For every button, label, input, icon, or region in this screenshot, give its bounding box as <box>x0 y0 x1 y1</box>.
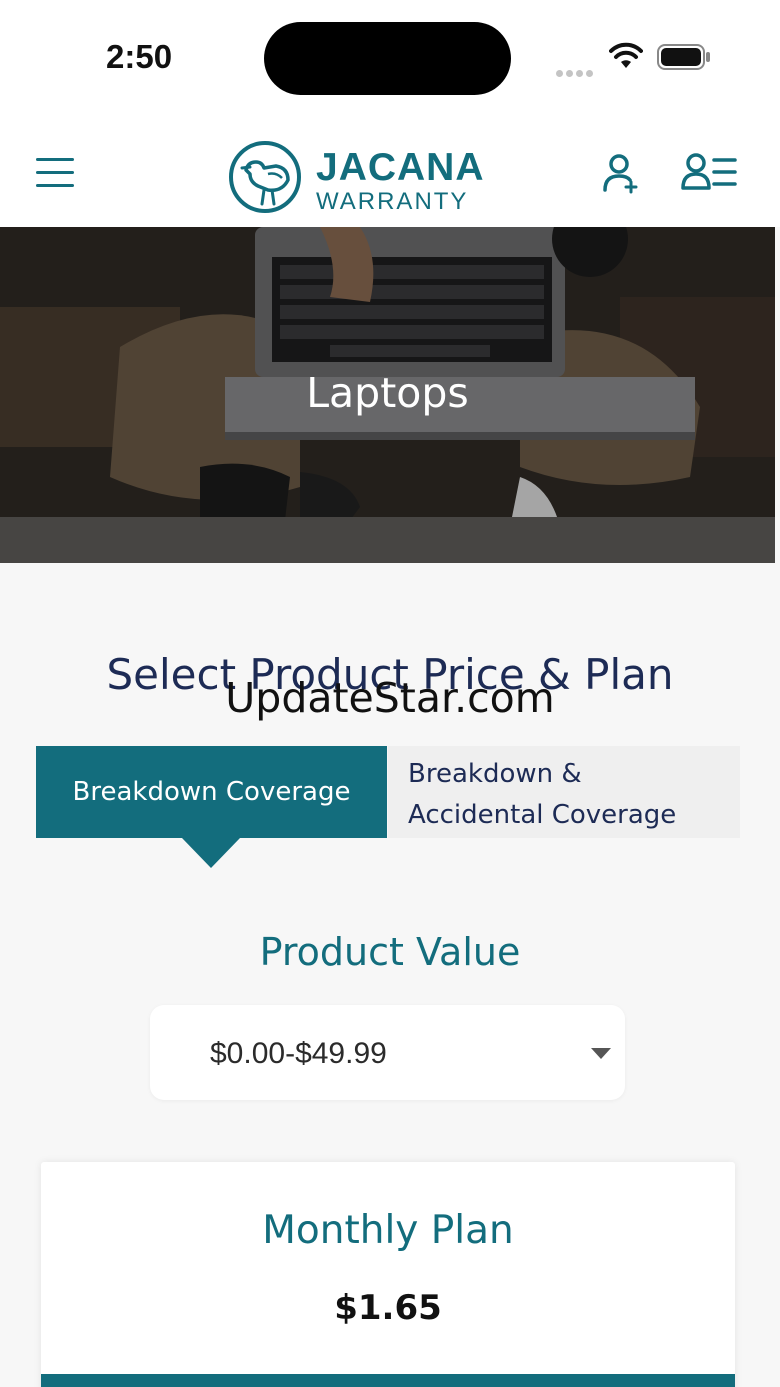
status-bar: 2:50 <box>0 0 780 118</box>
dropdown-arrow-icon <box>591 1048 611 1059</box>
battery-icon <box>657 44 710 70</box>
brand-subtitle: WARRANTY <box>316 188 469 215</box>
jacana-bird-icon <box>229 141 301 213</box>
brand-name: JACANA <box>316 146 485 189</box>
product-value-select[interactable]: $0.00-$49.99 <box>150 1005 625 1100</box>
plan-title: Monthly Plan <box>262 1208 514 1253</box>
hero-banner: Laptops <box>0 227 775 563</box>
account-list-icon[interactable] <box>680 152 738 194</box>
tab-breakdown-accidental-coverage[interactable]: Breakdown & Accidental Coverage <box>388 746 740 838</box>
plan-price: $1.65 <box>334 1288 442 1328</box>
wifi-icon <box>609 42 643 68</box>
hero-title: Laptops <box>306 369 469 417</box>
tab-label-line2: Accidental Coverage <box>408 800 677 830</box>
tab-label-line1: Breakdown & <box>408 759 582 789</box>
cellular-signal-icon <box>556 64 596 82</box>
add-user-icon[interactable] <box>600 152 642 194</box>
dynamic-island <box>264 22 511 95</box>
product-value-title: Product Value <box>259 930 521 974</box>
hamburger-menu-icon[interactable] <box>36 156 76 188</box>
tab-label: Breakdown Coverage <box>72 777 351 807</box>
product-value-selected: $0.00-$49.99 <box>210 1037 387 1070</box>
status-time: 2:50 <box>106 38 173 75</box>
active-tab-pointer <box>182 838 240 868</box>
jacana-warranty-logo[interactable]: JACANA WARRANTY <box>228 140 488 216</box>
watermark-text: UpdateStar.com <box>225 674 555 722</box>
app-header: JACANA WARRANTY <box>0 118 780 227</box>
plan-card: Monthly Plan $1.65 <box>41 1162 735 1387</box>
tab-breakdown-coverage[interactable]: Breakdown Coverage <box>36 746 387 838</box>
plan-select-button[interactable] <box>41 1374 735 1387</box>
